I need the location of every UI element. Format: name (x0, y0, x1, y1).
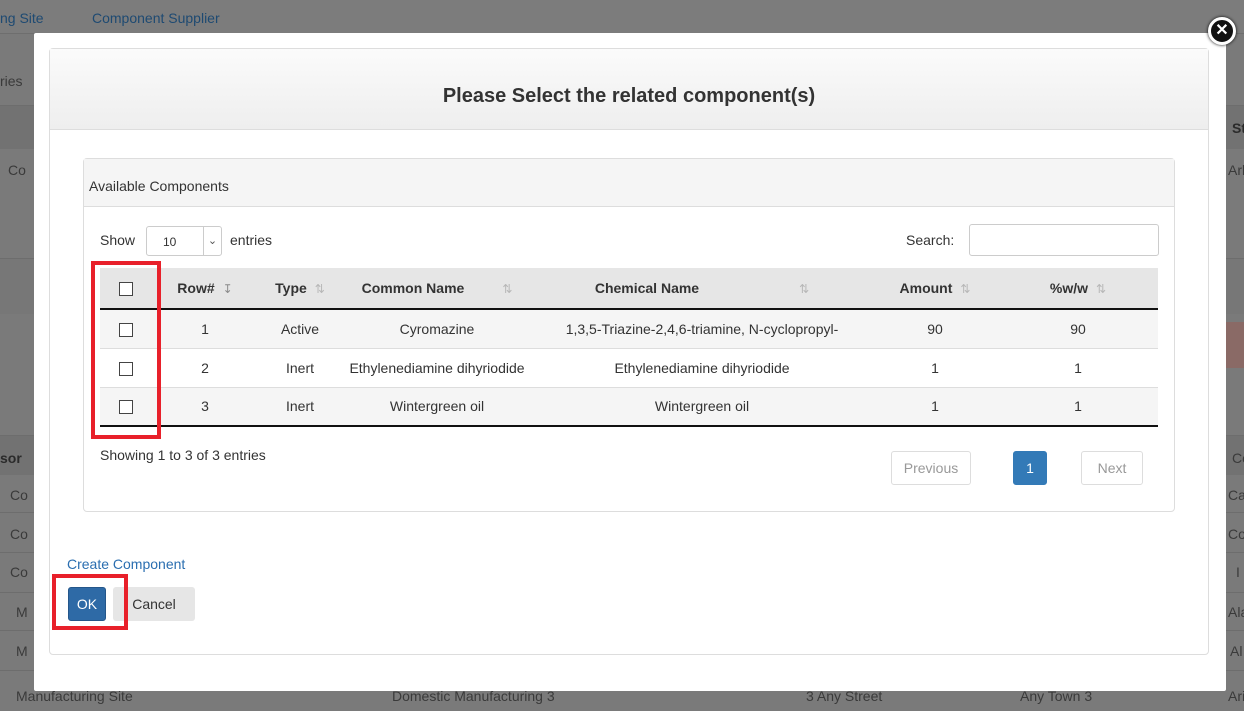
bg-fragment: I (1236, 564, 1240, 580)
bg-fragment: M (16, 604, 28, 620)
bg-fragment: Ari (1228, 688, 1244, 704)
column-header-wpw[interactable]: %w/w ⇅ (998, 268, 1158, 310)
table-row[interactable]: 3 Inert Wintergreen oil Wintergreen oil … (100, 386, 1158, 427)
chevron-down-icon: ⌄ (203, 227, 221, 255)
bg-fragment: St (1232, 120, 1244, 136)
nav-item-component-supplier: Component Supplier (92, 10, 220, 26)
table-row[interactable]: 1 Active Cyromazine 1,3,5-Triazine-2,4,6… (100, 308, 1158, 348)
modal-content: Please Select the related component(s) A… (49, 48, 1209, 655)
cell-amount: 1 (872, 386, 998, 427)
component-select-modal: Please Select the related component(s) A… (34, 33, 1226, 691)
column-header-common-name[interactable]: Common Name ⇅ (342, 268, 532, 310)
cell-type: Inert (258, 386, 342, 427)
bg-fragment: Cal (1228, 487, 1244, 503)
column-header-amount[interactable]: Amount ⇅ (872, 268, 998, 310)
page-1-button[interactable]: 1 (1013, 451, 1047, 485)
sort-icon: ⇅ (502, 282, 513, 296)
bg-fragment: Ala (1228, 604, 1244, 620)
background-nav: ng Site Component Supplier (0, 0, 1244, 34)
cell-common-name: Cyromazine (342, 308, 532, 348)
panel-heading: Available Components (84, 159, 1174, 207)
bg-fragment: Co (10, 526, 28, 542)
cell-common-name: Ethylenediamine dihyriodide (342, 347, 532, 387)
cell-row: 3 (152, 386, 258, 427)
sort-icon: ⇅ (1096, 282, 1107, 296)
cell-chemical-name: Wintergreen oil (532, 386, 872, 427)
nav-item-site: ng Site (0, 10, 44, 26)
bg-fragment: Co (10, 564, 28, 580)
modal-header: Please Select the related component(s) (50, 49, 1208, 130)
bg-fragment: Co (1232, 450, 1244, 466)
cell-wpw: 1 (998, 386, 1158, 427)
sort-asc-icon: ↧ (222, 282, 233, 296)
bg-fragment: Ark (1228, 162, 1244, 178)
bg-fragment: sor (0, 450, 22, 466)
bg-fragment: M (16, 643, 28, 659)
cell-row: 1 (152, 308, 258, 348)
checkbox-column-highlight (91, 261, 161, 439)
table-row[interactable]: 2 Inert Ethylenediamine dihyriodide Ethy… (100, 347, 1158, 387)
create-component-link[interactable]: Create Component (67, 556, 185, 572)
components-table: Row# ↧ Type ⇅ Common Name ⇅ Chemical Name ⇅ … (100, 268, 1158, 427)
search-input[interactable] (969, 224, 1159, 256)
bg-red-block (1224, 322, 1244, 368)
bg-fragment: Co (10, 487, 28, 503)
sort-icon: ⇅ (960, 282, 971, 296)
modal-title: Please Select the related component(s) (442, 85, 816, 107)
cell-wpw: 90 (998, 308, 1158, 348)
entries-label: entries (230, 232, 273, 248)
search-label: Search: (906, 232, 955, 248)
previous-button[interactable]: Previous (891, 451, 971, 485)
column-header-type[interactable]: Type ⇅ (258, 268, 342, 310)
column-header-chemical-name[interactable]: Chemical Name ⇅ (532, 268, 872, 310)
cell-row: 2 (152, 347, 258, 387)
cell-type: Inert (258, 347, 342, 387)
table-header-row: Row# ↧ Type ⇅ Common Name ⇅ Chemical Name ⇅ … (100, 268, 1158, 310)
cell-type: Active (258, 308, 342, 348)
cell-chemical-name: Ethylenediamine dihyriodide (532, 347, 872, 387)
bg-fragment: Co (8, 162, 26, 178)
bg-fragment: Al (1230, 643, 1243, 659)
sort-icon: ⇅ (314, 282, 325, 296)
cell-chemical-name: 1,3,5-Triazine-2,4,6-triamine, N-cyclopr… (532, 308, 872, 348)
cell-amount: 1 (872, 347, 998, 387)
bg-fragment: Col (1228, 526, 1244, 542)
cell-common-name: Wintergreen oil (342, 386, 532, 427)
available-components-panel: Available Components Show 10 ⌄ entries S… (83, 158, 1175, 512)
cell-wpw: 1 (998, 347, 1158, 387)
ok-button-highlight (52, 574, 128, 630)
entries-value: 10 (163, 235, 177, 249)
table-info: Showing 1 to 3 of 3 entries (100, 447, 266, 463)
next-button[interactable]: Next (1081, 451, 1143, 485)
show-label: Show (100, 232, 136, 248)
column-header-row[interactable]: Row# ↧ (152, 268, 258, 310)
close-icon[interactable]: ✕ (1208, 17, 1236, 45)
cell-amount: 90 (872, 308, 998, 348)
entries-select[interactable]: 10 ⌄ (146, 226, 222, 256)
sort-icon: ⇅ (799, 282, 810, 296)
bg-fragment: ries (0, 73, 23, 89)
